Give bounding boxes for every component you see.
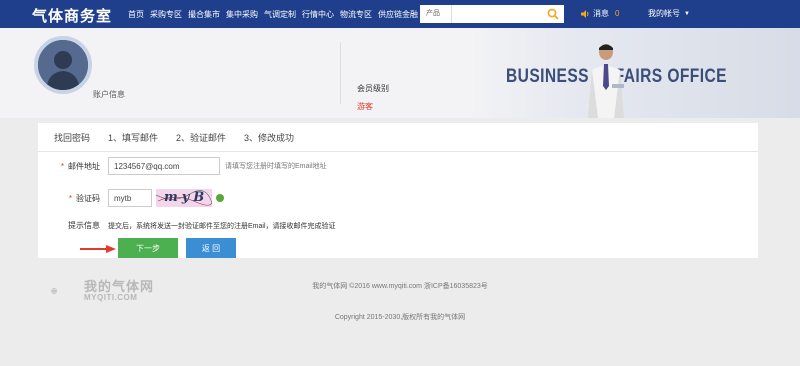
back-button[interactable]: 返 回 [186,238,236,258]
footer-logo-subtext: MYQITI.COM [84,293,138,302]
captcha-input[interactable] [108,189,152,207]
next-step-button[interactable]: 下一步 [118,238,178,258]
speaker-icon [581,9,589,18]
my-account-label: 我的帐号 [648,9,680,18]
email-label: * 邮件地址 [60,161,100,171]
messages-label: 消息 [593,9,609,18]
main-nav: 首页 采购专区 撮合集市 集中采购 气调定制 行情中心 物流专区 供应链金融 [128,0,424,28]
search-icon [547,8,559,20]
tip-label: 提示信息 [68,221,100,230]
avatar [34,36,92,94]
captcha-text: myB [164,190,209,205]
brand-title[interactable]: 气体商务室 [32,5,112,26]
top-navigation-bar: 气体商务室 首页 采购专区 撮合集市 集中采购 气调定制 行情中心 物流专区 供… [0,0,800,28]
my-account-menu[interactable]: 我的帐号 ▼ [648,8,690,19]
messages-count: 0 [615,9,620,18]
chevron-down-icon: ▼ [684,10,690,17]
tab-step-verify-email[interactable]: 2、验证邮件 [176,131,226,144]
profile-banner: 账户信息 会员级别 游客 BUSINESS AFFAIRS OFFICE [0,28,800,118]
captcha-image[interactable]: myB [156,189,212,207]
email-row: *邮件地址 请填写您注册时填写的Email地址 [38,157,327,175]
reset-password-card: 找回密码 1、填写邮件 2、验证邮件 3、修改成功 *邮件地址 请填写您注册时填… [38,123,758,258]
nav-item-procurement[interactable]: 采购专区 [150,9,182,20]
search-bar: 产品 [420,5,564,23]
step-tabs: 找回密码 1、填写邮件 2、验证邮件 3、修改成功 [38,123,758,152]
footer-copyright-icp: 我的气体网 ©2016 www.myqiti.com 浙ICP备16035823… [312,283,488,290]
check-icon [216,194,224,202]
footer-copyright: Copyright 2015-2030,版权所有我的气体网 [334,314,466,321]
nav-item-market-center[interactable]: 行情中心 [302,9,334,20]
required-mark: * [60,161,64,171]
nav-item-gas-customize[interactable]: 气调定制 [264,9,296,20]
nav-item-logistics[interactable]: 物流专区 [340,9,372,20]
member-level-label: 会员级别 [357,84,389,93]
search-input[interactable] [452,5,542,23]
nav-item-central-purchase[interactable]: 集中采购 [226,9,258,20]
account-info-link[interactable]: 账户信息 [93,89,125,100]
captcha-row: *验证码 myB [38,189,224,207]
tip-row: 提示信息 提交后，系统将发送一封验证邮件至您的注册Email，请接收邮件完成验证 [38,220,336,231]
user-silhouette-icon [38,40,88,90]
email-field[interactable] [108,157,220,175]
arrow-right-icon [80,245,116,253]
tab-step-fill-email[interactable]: 1、填写邮件 [108,131,158,144]
code-label: * 验证码 [68,193,100,203]
search-category-select[interactable]: 产品 [420,5,452,23]
required-mark: * [68,193,72,203]
tab-find-password[interactable]: 找回密码 [54,131,90,144]
member-level-value: 游客 [357,102,373,111]
nav-item-home[interactable]: 首页 [128,9,144,20]
tab-step-success[interactable]: 3、修改成功 [244,131,294,144]
nav-item-matching-market[interactable]: 撮合集市 [188,9,220,20]
tip-text: 提交后，系统将发送一封验证邮件至您的注册Email，请接收邮件完成验证 [108,222,336,230]
messages-link[interactable]: 消息 0 [580,8,619,19]
businessman-illustration [588,44,624,118]
email-hint: 请填写您注册时填写的Email地址 [225,163,327,170]
divider [340,42,341,104]
nav-item-supply-finance[interactable]: 供应链金融 [378,9,418,20]
search-button[interactable] [542,5,564,23]
